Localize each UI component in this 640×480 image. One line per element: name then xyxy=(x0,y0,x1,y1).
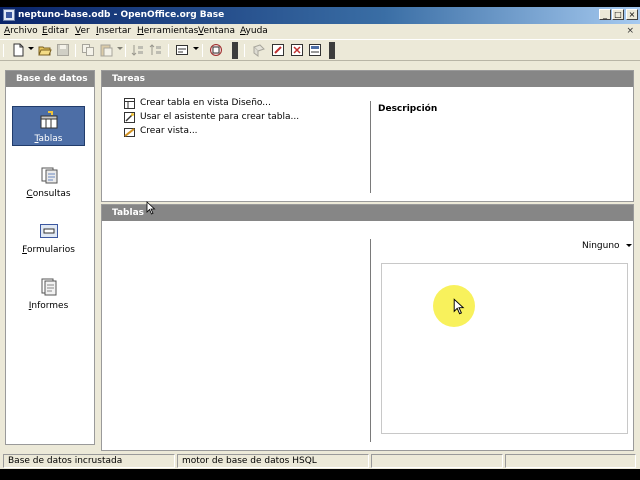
tables-panel-header: Tablas xyxy=(102,205,633,221)
menu-ventana[interactable]: Ventana xyxy=(198,26,235,36)
new-dropdown-arrow[interactable] xyxy=(28,47,34,50)
edit-icon[interactable] xyxy=(271,43,285,57)
status-database-type: Base de datos incrustada xyxy=(3,454,175,468)
create-view-icon xyxy=(124,128,135,137)
standard-toolbar xyxy=(0,39,640,61)
toolbar-overflow-handle[interactable] xyxy=(329,42,335,59)
tables-divider xyxy=(370,239,371,442)
tasks-panel: Tareas Crear tabla en vista Diseño... Us… xyxy=(101,70,634,202)
nav-item-label: Consultas xyxy=(26,189,71,199)
nav-item-formularios[interactable]: Formularios xyxy=(12,218,85,258)
copy-icon[interactable] xyxy=(81,43,95,57)
toolbar-handle[interactable] xyxy=(244,44,245,57)
application-window: neptuno-base.odb - OpenOffice.org Base _… xyxy=(0,7,640,469)
paste-dropdown-arrow[interactable] xyxy=(117,47,123,50)
window-title: neptuno-base.odb - OpenOffice.org Base xyxy=(18,10,225,20)
mouse-cursor-icon xyxy=(146,201,156,215)
maximize-button[interactable]: □ xyxy=(612,9,624,20)
table-icon[interactable] xyxy=(252,43,266,57)
status-cell-empty xyxy=(371,454,503,468)
status-bar: Base de datos incrustada motor de base d… xyxy=(0,452,640,469)
nav-item-label: Formularios xyxy=(22,245,75,255)
forms-icon xyxy=(39,224,58,238)
tables-icon xyxy=(40,111,57,129)
database-panel-header: Base de datos xyxy=(6,71,94,87)
preview-mode-value: Ninguno xyxy=(582,241,620,251)
close-button[interactable]: × xyxy=(626,9,638,20)
open-folder-icon[interactable] xyxy=(38,43,52,57)
toolbar-separator xyxy=(202,44,203,57)
sort-descending-icon[interactable] xyxy=(149,43,163,57)
menu-bar: Archivo Editar Ver Insertar Herramientas… xyxy=(0,25,640,39)
new-document-icon[interactable] xyxy=(11,43,25,57)
menu-ayuda[interactable]: Ayuda xyxy=(240,26,268,36)
toolbar-separator xyxy=(75,44,76,57)
table-wizard-icon xyxy=(124,112,135,123)
rename-icon[interactable] xyxy=(308,43,322,57)
menu-herramientas[interactable]: Herramientas xyxy=(137,26,198,36)
preview-area xyxy=(381,263,628,434)
status-database-engine: motor de base de datos HSQL xyxy=(177,454,369,468)
menu-ver[interactable]: Ver xyxy=(75,26,90,36)
chevron-down-icon xyxy=(625,244,632,247)
reports-icon xyxy=(41,278,56,296)
nav-item-informes[interactable]: Informes xyxy=(12,274,85,314)
tasks-panel-header: Tareas xyxy=(102,71,633,87)
task-label: Usar el asistente para crear tabla... xyxy=(140,112,300,122)
nav-item-consultas[interactable]: Consultas xyxy=(12,162,85,202)
database-panel: Base de datos Tablas Consultas Formulari… xyxy=(5,70,95,445)
toolbar-separator xyxy=(125,44,126,57)
toolbar-separator xyxy=(168,44,169,57)
menu-archivo[interactable]: Archivo xyxy=(4,26,38,36)
status-cell-empty xyxy=(505,454,636,468)
app-icon[interactable] xyxy=(3,9,15,21)
menu-insertar[interactable]: Insertar xyxy=(96,26,131,36)
task-label: Crear vista... xyxy=(140,126,198,136)
minimize-button[interactable]: _ xyxy=(599,9,611,20)
queries-icon xyxy=(41,167,57,184)
form-icon[interactable] xyxy=(209,43,223,57)
tables-panel: Tablas Ninguno xyxy=(101,204,634,451)
report-icon[interactable] xyxy=(175,43,189,57)
toolbar-overflow-handle[interactable] xyxy=(232,42,238,59)
menu-editar[interactable]: Editar xyxy=(42,26,69,36)
screen: neptuno-base.odb - OpenOffice.org Base _… xyxy=(0,0,640,480)
preview-mode-dropdown[interactable]: Ninguno xyxy=(582,241,632,251)
nav-item-label: Tablas xyxy=(34,134,63,144)
task-label: Crear tabla en vista Diseño... xyxy=(140,98,271,108)
description-heading: Descripción xyxy=(378,104,438,114)
close-document-button[interactable]: × xyxy=(626,26,634,36)
nav-item-label: Informes xyxy=(28,301,69,311)
sort-ascending-icon[interactable] xyxy=(131,43,145,57)
mouse-cursor-icon xyxy=(453,298,465,315)
nav-item-tablas[interactable]: Tablas xyxy=(12,106,85,146)
toolbar-handle[interactable] xyxy=(3,44,4,57)
tasks-divider xyxy=(370,101,371,193)
save-icon[interactable] xyxy=(56,43,70,57)
table-design-icon xyxy=(124,98,135,109)
title-bar[interactable]: neptuno-base.odb - OpenOffice.org Base _… xyxy=(0,7,640,24)
paste-icon[interactable] xyxy=(99,43,113,57)
delete-icon[interactable] xyxy=(290,43,304,57)
report-dropdown-arrow[interactable] xyxy=(193,47,199,50)
